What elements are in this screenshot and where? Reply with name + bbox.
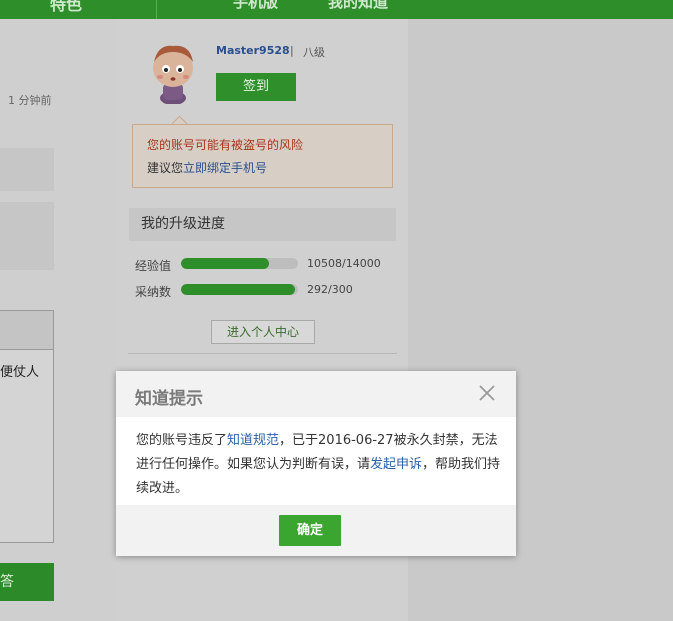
dialog-header: 知道提示 (116, 371, 516, 417)
confirm-button[interactable]: 确定 (279, 515, 341, 546)
close-icon[interactable] (478, 384, 496, 402)
answer-button[interactable]: 答 (0, 563, 54, 601)
user-avatar[interactable] (146, 40, 200, 104)
warning-text: 您的账号可能有被盗号的风险 (147, 138, 304, 152)
warning-suggestion-prefix: 建议您 (147, 161, 184, 175)
left-block (0, 202, 54, 270)
dialog-title: 知道提示 (135, 389, 203, 409)
warning-suggestion: 建议您立即绑定手机号 (147, 159, 267, 176)
experience-progress-fill (181, 258, 269, 269)
upgrade-progress-title: 我的升级进度 (129, 208, 396, 241)
adoption-value: 292/300 (307, 283, 353, 296)
left-panel-text: 便仗人 (0, 365, 40, 380)
sidebar-divider (128, 353, 397, 354)
experience-progress-bar (181, 258, 298, 269)
dialog-footer: 确定 (116, 505, 516, 556)
ban-notice-dialog: 知道提示 您的账号违反了知道规范，已于2016-06-27被永久封禁，无法进行任… (116, 371, 516, 556)
appeal-link[interactable]: 发起申诉 (370, 457, 422, 472)
nav-tab-my-zhidao[interactable]: 我的知道 (328, 0, 388, 12)
zhidao-rules-link[interactable]: 知道规范 (227, 433, 279, 448)
personal-center-button[interactable]: 进入个人中心 (211, 320, 315, 344)
level-separator: | (290, 44, 294, 57)
experience-label: 经验值 (135, 259, 172, 273)
adoption-label: 采纳数 (135, 285, 172, 299)
user-level: 八级 (303, 46, 325, 59)
nav-tab-featured[interactable]: 特色 (50, 0, 82, 15)
nav-divider (156, 0, 157, 19)
nav-tab-mobile[interactable]: 手机版 (233, 0, 278, 12)
bind-phone-link[interactable]: 立即绑定手机号 (183, 161, 267, 175)
experience-value: 10508/14000 (307, 257, 381, 270)
dialog-message-part: 您的账号违反了 (136, 433, 228, 448)
username-link[interactable]: Master9528 (216, 44, 290, 57)
timestamp: 1 分钟前 (8, 94, 52, 107)
adoption-progress-bar (181, 284, 298, 295)
left-panel: 便仗人 (0, 310, 54, 543)
adoption-progress-fill (181, 284, 295, 295)
top-nav-bar: 特色 手机版 我的知道 (0, 0, 673, 19)
signin-button[interactable]: 签到 (216, 73, 296, 101)
left-block (0, 148, 54, 191)
account-risk-warning: 您的账号可能有被盗号的风险 建议您立即绑定手机号 (132, 124, 393, 188)
left-panel-header (0, 311, 53, 350)
dialog-message: 您的账号违反了知道规范，已于2016-06-27被永久封禁，无法进行任何操作。如… (136, 429, 506, 501)
